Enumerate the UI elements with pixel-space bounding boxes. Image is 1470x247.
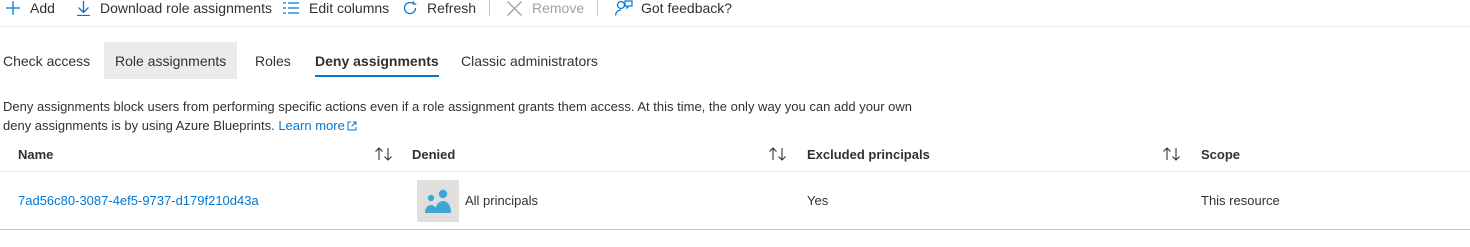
feedback-button[interactable]: Got feedback? xyxy=(615,0,732,16)
toolbar-separator xyxy=(597,0,598,16)
download-role-assignments-button[interactable]: Download role assignments xyxy=(77,0,272,16)
table-header: Name Denied Excluded principals Scope xyxy=(0,138,1470,172)
tab-label: Roles xyxy=(255,52,291,69)
deny-assignment-link[interactable]: 7ad56c80-3087-4ef5-9737-d179f210d43a xyxy=(18,193,259,208)
edit-columns-button[interactable]: Edit columns xyxy=(283,0,389,16)
sort-arrows-icon[interactable] xyxy=(768,146,788,162)
description-body: Deny assignments block users from perfor… xyxy=(3,99,912,133)
remove-button[interactable]: Remove xyxy=(507,0,584,16)
refresh-icon xyxy=(402,0,418,16)
tab-role-assignments[interactable]: Role assignments xyxy=(104,42,238,79)
tab-label: Role assignments xyxy=(115,52,227,69)
toolbar-separator xyxy=(489,0,490,16)
download-label: Download role assignments xyxy=(100,0,272,16)
column-header-label: Scope xyxy=(1201,147,1241,162)
tab-bar: Check access Role assignments Roles Deny… xyxy=(0,42,700,82)
scope-value: This resource xyxy=(1201,193,1280,208)
columns-icon xyxy=(283,2,299,14)
group-icon xyxy=(417,179,459,222)
close-icon xyxy=(507,0,522,16)
column-header-denied[interactable]: Denied xyxy=(412,138,455,171)
tab-deny-assignments[interactable]: Deny assignments xyxy=(315,42,439,79)
learn-more-label: Learn more xyxy=(278,118,345,133)
sort-arrows-icon[interactable] xyxy=(374,146,394,162)
remove-label: Remove xyxy=(532,0,585,16)
column-header-name[interactable]: Name xyxy=(18,138,53,171)
tab-classic-administrators[interactable]: Classic administrators xyxy=(461,42,598,79)
scope-cell: This resource xyxy=(1201,172,1280,229)
refresh-button[interactable]: Refresh xyxy=(402,0,476,16)
add-button[interactable]: Add xyxy=(6,0,55,16)
plus-icon xyxy=(6,1,20,15)
column-header-label: Denied xyxy=(412,147,456,162)
tab-label: Check access xyxy=(3,52,91,69)
name-cell: 7ad56c80-3087-4ef5-9737-d179f210d43a xyxy=(18,172,259,229)
learn-more-link[interactable]: Learn more xyxy=(278,117,357,136)
sort-arrows-icon[interactable] xyxy=(1162,146,1182,162)
column-header-scope[interactable]: Scope xyxy=(1201,138,1240,171)
tab-roles[interactable]: Roles xyxy=(255,42,291,79)
description-text: Deny assignments block users from perfor… xyxy=(3,97,943,136)
column-header-label: Name xyxy=(18,147,54,162)
table-row[interactable]: 7ad56c80-3087-4ef5-9737-d179f210d43a All… xyxy=(0,172,1470,230)
refresh-label: Refresh xyxy=(427,0,477,16)
tab-check-access[interactable]: Check access xyxy=(3,42,90,79)
column-header-excluded-principals[interactable]: Excluded principals xyxy=(807,138,930,171)
feedback-person-icon xyxy=(615,0,633,16)
tab-label: Deny assignments xyxy=(315,52,439,69)
add-label: Add xyxy=(30,0,55,16)
external-link-icon xyxy=(347,117,357,136)
tab-label: Classic administrators xyxy=(461,52,598,69)
excluded-cell: Yes xyxy=(807,172,828,229)
edit-columns-label: Edit columns xyxy=(309,0,390,16)
excluded-value: Yes xyxy=(807,193,829,208)
download-icon xyxy=(77,0,90,16)
command-bar: Add Download role assignments Edit colum… xyxy=(0,0,1470,27)
denied-cell: All principals xyxy=(417,172,538,229)
denied-value: All principals xyxy=(465,193,538,208)
column-header-label: Excluded principals xyxy=(807,147,930,162)
feedback-label: Got feedback? xyxy=(641,0,733,16)
